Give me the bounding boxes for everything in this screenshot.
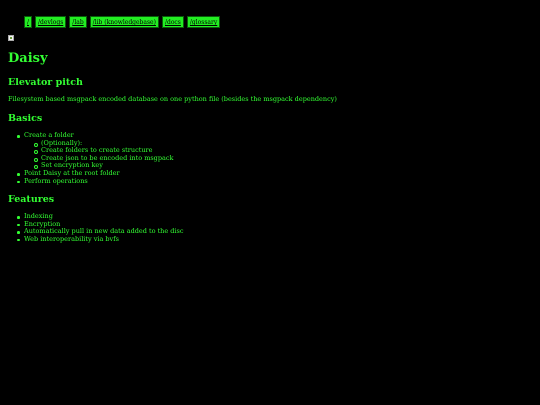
heading-elevator-pitch: Elevator pitch (8, 77, 83, 88)
list-item-text: Create a folder (24, 131, 74, 139)
page-title: Daisy (8, 51, 48, 66)
heading-features: Features (8, 194, 55, 205)
list-item: Web interoperability via bvfs (16, 235, 184, 244)
pitch-text: Filesystem based msgpack encoded databas… (8, 95, 337, 103)
features-list: Indexing Encryption Automatically pull i… (16, 212, 184, 244)
sublist: (Optionally): Create folders to create s… (24, 139, 173, 170)
nav-link-lib[interactable]: /lib (knowledgebase) (89, 16, 159, 28)
basics-list: Create a folder (Optionally): Create fol… (16, 131, 173, 186)
heading-basics: Basics (8, 113, 43, 124)
nav-link-home[interactable]: / (24, 16, 33, 28)
top-nav: / /devlogs /lab /lib (knowledgebase) /do… (24, 16, 221, 28)
nav-link-devlogs[interactable]: /devlogs (35, 16, 67, 28)
nav-link-lab[interactable]: /lab (69, 16, 87, 28)
list-item: Perform operations (16, 177, 173, 186)
broken-image-icon (8, 35, 14, 41)
list-item: Create a folder (Optionally): Create fol… (16, 131, 173, 170)
nav-link-glossary[interactable]: /glossary (186, 16, 221, 28)
nav-link-docs[interactable]: /docs (161, 16, 184, 28)
